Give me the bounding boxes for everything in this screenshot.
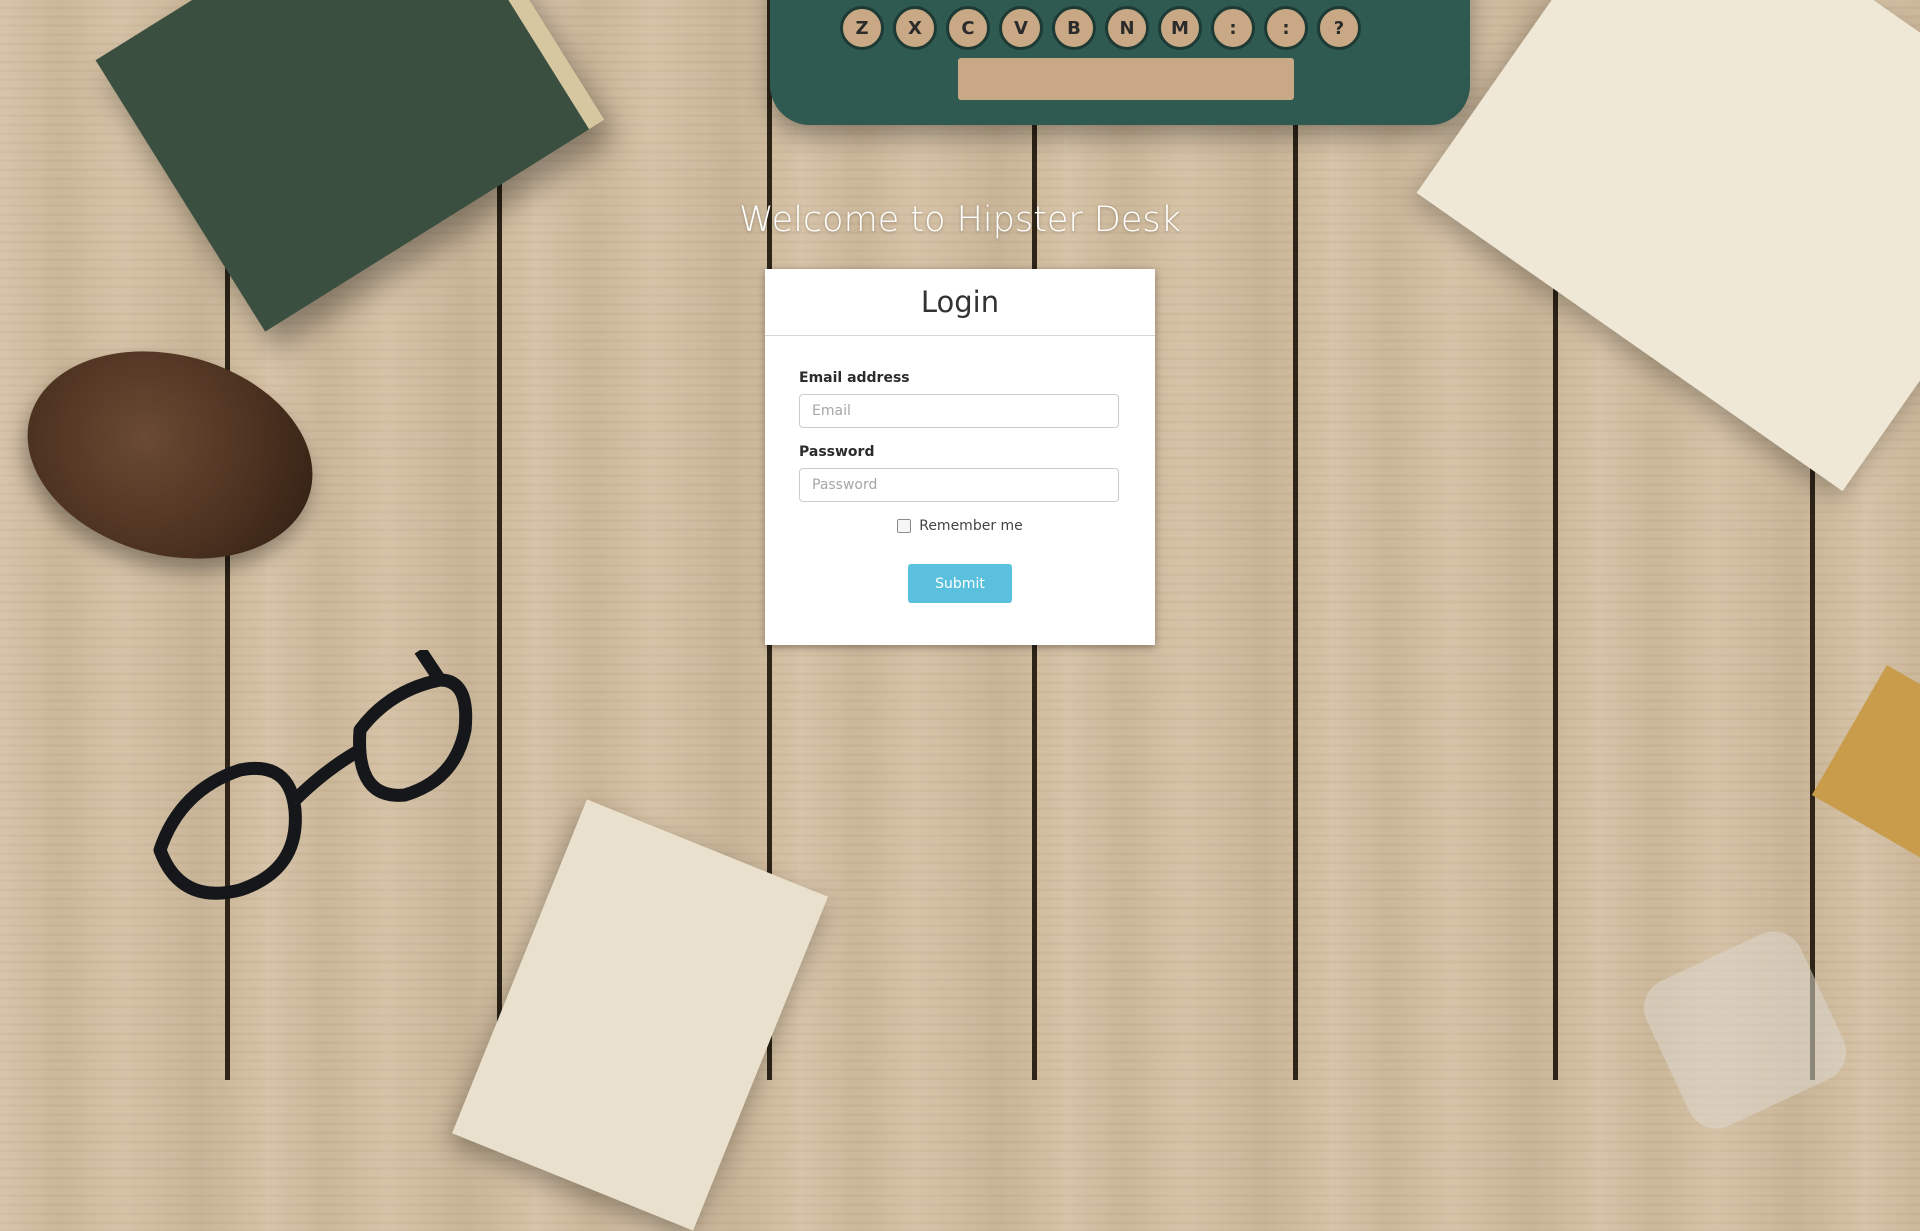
password-group: Password <box>799 444 1121 502</box>
notebook-decoration <box>1416 0 1920 492</box>
typewriter-key: B <box>1052 6 1096 50</box>
typewriter-key: X <box>893 6 937 50</box>
login-form: Email address Password Remember me Submi… <box>765 336 1155 603</box>
submit-wrap: Submit <box>799 564 1121 603</box>
remember-me-row: Remember me <box>799 518 1121 534</box>
typewriter-key: : <box>1211 6 1255 50</box>
submit-button[interactable]: Submit <box>908 564 1012 603</box>
typewriter-key: C <box>946 6 990 50</box>
typewriter-key: : <box>1264 6 1308 50</box>
email-input[interactable] <box>799 394 1119 428</box>
typewriter-key: ? <box>1317 6 1361 50</box>
typewriter-key: N <box>1105 6 1149 50</box>
typewriter-key: M <box>1158 6 1202 50</box>
remember-me-checkbox[interactable] <box>897 519 912 533</box>
password-input[interactable] <box>799 468 1119 502</box>
login-title: Login <box>765 269 1155 336</box>
login-card: Login Email address Password Remember me… <box>765 269 1155 645</box>
email-label: Email address <box>799 370 910 386</box>
pinecone-decoration <box>4 320 336 590</box>
remember-me-label[interactable]: Remember me <box>919 518 1023 534</box>
book-decoration <box>95 0 605 332</box>
typewriter-keys: Z X C V B N M : : ? <box>840 6 1361 50</box>
welcome-title: Welcome to Hipster Desk <box>739 200 1181 240</box>
jar-decoration <box>1634 921 1856 1139</box>
box-decoration <box>1811 665 1920 865</box>
eyeglasses-decoration <box>153 650 473 900</box>
password-label: Password <box>799 444 875 460</box>
typewriter-key: V <box>999 6 1043 50</box>
typewriter-spacebar <box>958 58 1294 100</box>
typewriter-key: Z <box>840 6 884 50</box>
plank-gap <box>1293 0 1298 1080</box>
email-group: Email address <box>799 370 1121 428</box>
